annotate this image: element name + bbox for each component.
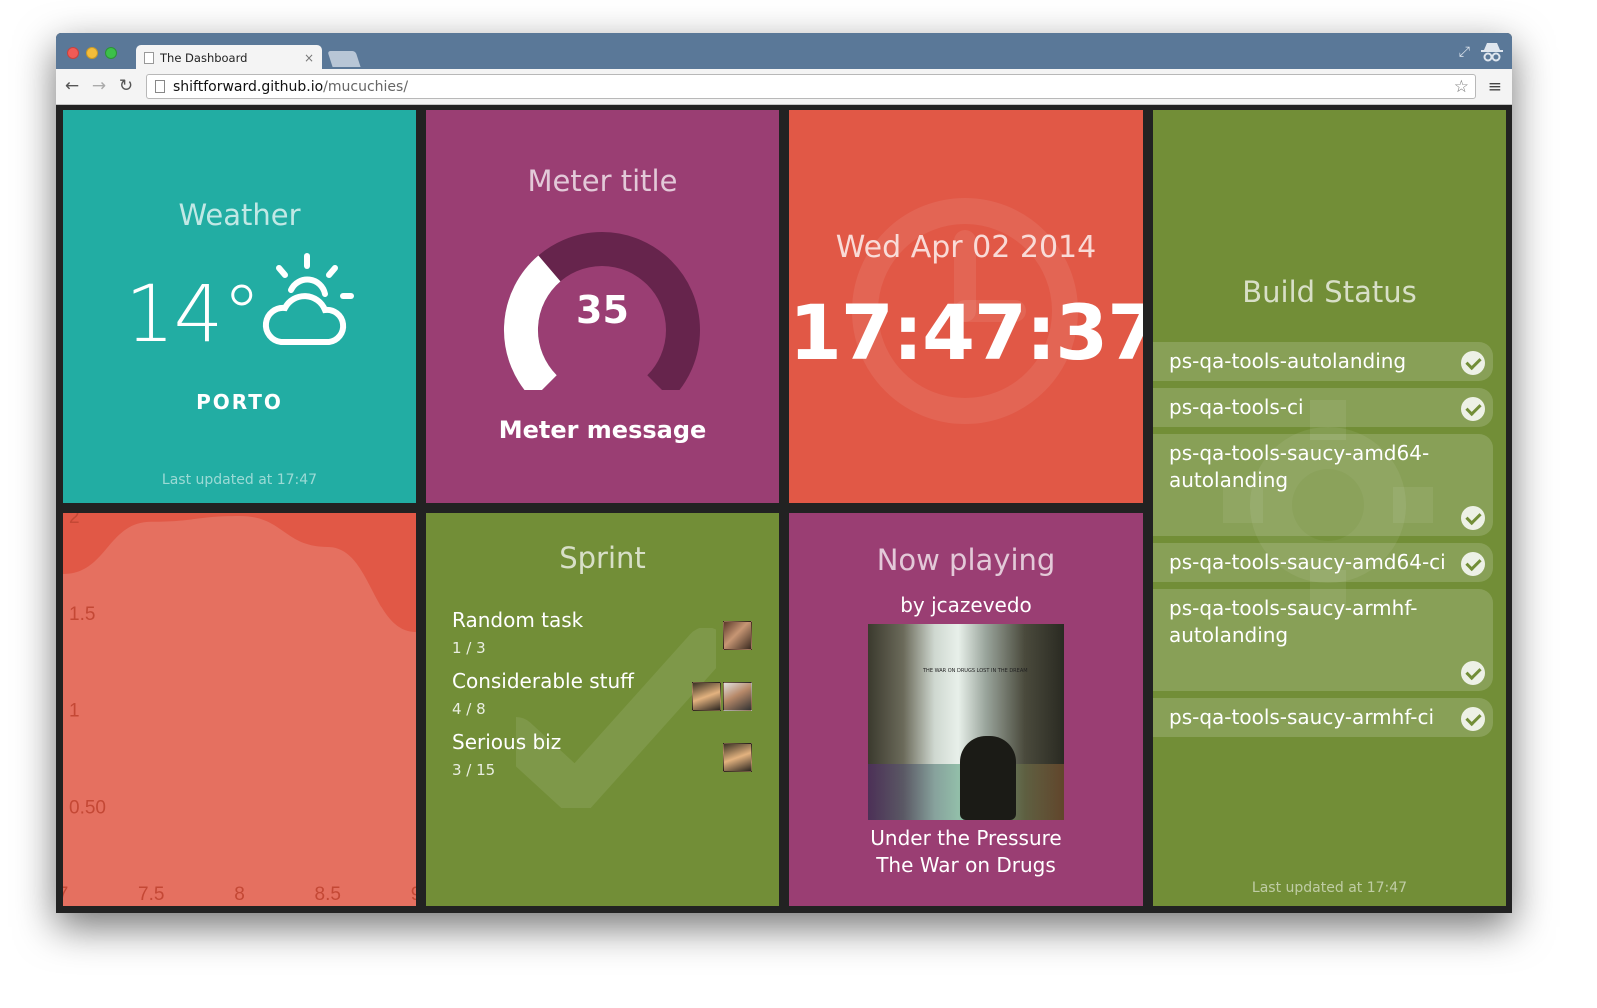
check-circle-icon <box>1461 397 1485 421</box>
build-status-widget: Build Status ps-qa-tools-autolanding ps-… <box>1153 110 1506 906</box>
zoom-window-button[interactable] <box>105 47 117 59</box>
check-circle-icon <box>1461 707 1485 731</box>
meter-widget: Meter title 35 Meter message <box>426 110 779 503</box>
task-name: Serious biz <box>452 730 562 754</box>
now-playing-widget: Now playing by jcazevedo THE WAR ON DRUG… <box>789 513 1143 906</box>
address-host: shiftforward.github.io <box>173 78 324 95</box>
close-window-button[interactable] <box>67 47 79 59</box>
page-icon <box>144 52 154 64</box>
build-item[interactable]: ps-qa-tools-saucy-amd64-autolanding <box>1153 434 1493 536</box>
task-count: 1 / 3 <box>452 639 486 657</box>
last-updated-label: Last updated at 17:47 <box>1251 880 1408 896</box>
x-tick-label: 7 <box>63 884 68 905</box>
task-avatars <box>723 743 752 772</box>
browser-toolbar: ← → ↻ shiftforward.github.io/mucuchies/ … <box>56 69 1512 105</box>
check-circle-icon <box>1461 552 1485 576</box>
chart-area-series <box>63 516 416 906</box>
task-item: Considerable stuff 4 / 8 <box>452 668 752 718</box>
build-item[interactable]: ps-qa-tools-saucy-amd64-ci <box>1153 543 1493 582</box>
track-info: Under the Pressure The War on Drugs <box>789 825 1143 879</box>
build-item[interactable]: ps-qa-tools-autolanding <box>1153 342 1493 381</box>
meter-title: Meter title <box>527 164 678 198</box>
bookmark-star-icon[interactable]: ☆ <box>1454 77 1469 97</box>
x-tick-label: 8 <box>234 884 245 905</box>
address-bar[interactable]: shiftforward.github.io/mucuchies/ ☆ <box>146 74 1476 99</box>
partly-cloudy-icon <box>262 253 354 345</box>
track-artist: The War on Drugs <box>876 853 1056 877</box>
weather-widget: Weather 14° PORTO Last updated at 17:47 <box>63 110 416 503</box>
album-cover: THE WAR ON DRUGS LOST IN THE DREAM <box>868 624 1064 820</box>
fullscreen-icon[interactable]: ⤢ <box>1459 44 1470 60</box>
build-name: ps-qa-tools-saucy-amd64-autolanding <box>1169 441 1430 492</box>
build-name: ps-qa-tools-autolanding <box>1169 349 1407 373</box>
clock-date: Wed Apr 02 2014 <box>835 230 1097 265</box>
avatar <box>723 682 752 711</box>
build-list: ps-qa-tools-autolanding ps-qa-tools-ci p… <box>1153 342 1493 744</box>
task-avatars <box>723 621 752 650</box>
build-item[interactable]: ps-qa-tools-saucy-armhf-ci <box>1153 698 1493 737</box>
task-item: Serious biz 3 / 15 <box>452 729 752 779</box>
meter-value: 35 <box>576 288 629 332</box>
window-icons: ⤢ <box>1459 41 1504 63</box>
build-name: ps-qa-tools-ci <box>1169 395 1304 419</box>
incognito-icon <box>1481 43 1503 62</box>
task-name: Random task <box>452 608 584 632</box>
area-chart: 0.50 1 1.5 2 7 7.5 8 8.5 9 <box>63 513 416 906</box>
minimize-window-button[interactable] <box>86 47 98 59</box>
reload-button[interactable]: ↻ <box>116 76 136 96</box>
y-tick-label: 1.5 <box>69 604 95 625</box>
x-tick-label: 7.5 <box>138 884 164 905</box>
task-item: Random task 1 / 3 <box>452 607 752 657</box>
track-title: Under the Pressure <box>870 826 1062 850</box>
browser-tab[interactable]: The Dashboard × <box>136 45 322 71</box>
clock-time: 17:47:37 <box>789 288 1143 377</box>
task-count: 3 / 15 <box>452 761 496 779</box>
avatar <box>692 682 721 711</box>
page-icon <box>155 80 165 93</box>
menu-icon[interactable]: ≡ <box>1488 77 1502 97</box>
x-tick-label: 8.5 <box>315 884 341 905</box>
clock-widget: Wed Apr 02 2014 17:47:37 <box>789 110 1143 503</box>
weather-title: Weather <box>178 198 301 232</box>
y-tick-label: 0.50 <box>69 797 106 818</box>
build-name: ps-qa-tools-saucy-armhf-autolanding <box>1169 596 1418 647</box>
check-circle-icon <box>1461 351 1485 375</box>
y-tick-label: 1 <box>69 701 80 722</box>
avatar <box>723 743 752 772</box>
close-tab-icon[interactable]: × <box>304 51 314 65</box>
browser-window: The Dashboard × ⤢ ← → ↻ shiftforward.git… <box>56 33 1512 913</box>
x-tick-label: 9 <box>411 884 416 905</box>
task-avatars <box>692 682 752 711</box>
check-circle-icon <box>1461 661 1485 685</box>
avatar <box>723 621 752 650</box>
now-playing-title: Now playing <box>876 543 1056 577</box>
window-controls <box>67 47 117 59</box>
new-tab-button[interactable] <box>327 51 361 67</box>
forward-button[interactable]: → <box>89 76 109 96</box>
check-circle-icon <box>1461 506 1485 530</box>
temperature: 14° <box>125 270 261 360</box>
tab-title: The Dashboard <box>160 51 248 65</box>
build-status-title: Build Status <box>1242 275 1417 309</box>
title-bar: The Dashboard × ⤢ <box>56 33 1512 71</box>
now-playing-user: by jcazevedo <box>900 593 1032 617</box>
build-name: ps-qa-tools-saucy-amd64-ci <box>1169 550 1446 574</box>
meter-message: Meter message <box>498 416 707 444</box>
sprint-widget: Sprint Random task 1 / 3 Considerable st… <box>426 513 779 906</box>
back-button[interactable]: ← <box>62 76 82 96</box>
build-item[interactable]: ps-qa-tools-ci <box>1153 388 1493 427</box>
y-tick-label: 2 <box>69 513 80 528</box>
build-item[interactable]: ps-qa-tools-saucy-armhf-autolanding <box>1153 589 1493 691</box>
sprint-title: Sprint <box>559 541 646 575</box>
address-path: /mucuchies/ <box>323 78 409 95</box>
album-cover-text: THE WAR ON DRUGS LOST IN THE DREAM <box>923 668 1028 674</box>
last-updated-label: Last updated at 17:47 <box>161 472 318 488</box>
graph-widget: 0.50 1 1.5 2 7 7.5 8 8.5 9 <box>63 513 416 906</box>
build-name: ps-qa-tools-saucy-armhf-ci <box>1169 705 1435 729</box>
city-name: PORTO <box>196 390 283 414</box>
